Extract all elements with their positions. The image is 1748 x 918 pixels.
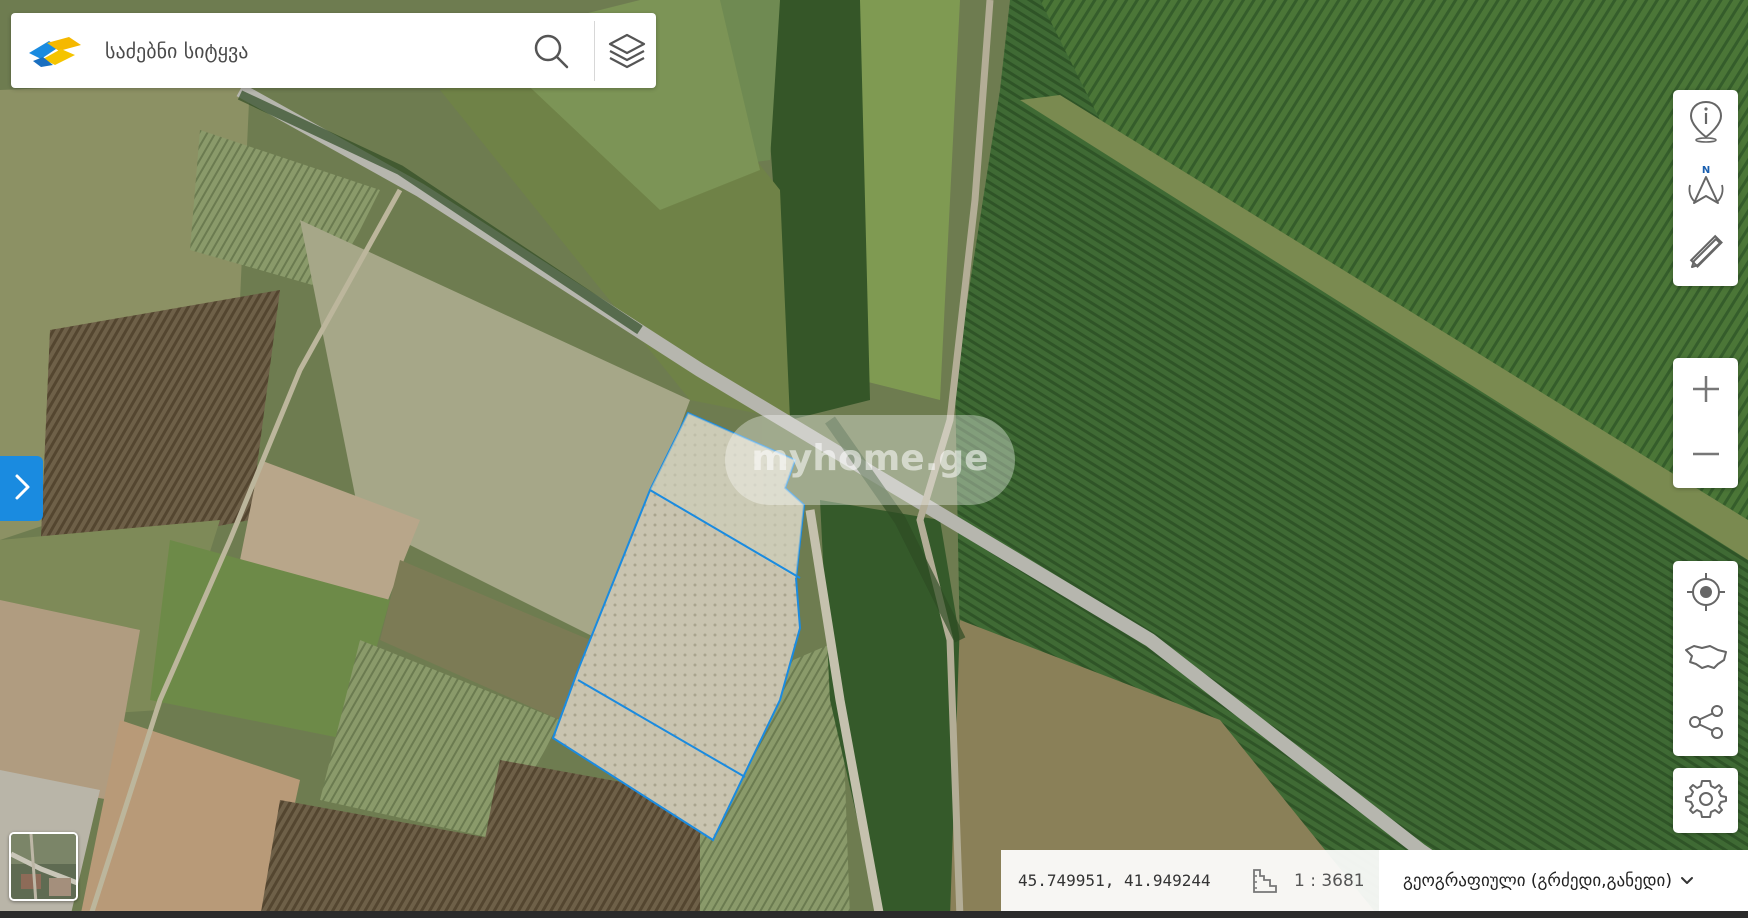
sidebar-toggle-button[interactable] [0, 456, 43, 521]
settings-panel [1673, 768, 1738, 833]
zoom-panel [1673, 358, 1738, 488]
country-outline-icon [1684, 642, 1728, 676]
minus-icon [1691, 439, 1721, 473]
locate-button[interactable] [1673, 561, 1738, 626]
north-label: N [1701, 165, 1709, 176]
north-arrow-icon: N [1684, 163, 1728, 213]
settings-button[interactable] [1673, 768, 1738, 833]
scale-icon [1252, 868, 1278, 894]
gear-icon [1684, 778, 1727, 824]
crs-selected-value: გეოგრაფიული (გრძედი,განედი) [1403, 870, 1672, 891]
zoom-out-button[interactable] [1673, 423, 1738, 488]
chevron-right-icon [11, 472, 33, 506]
search-panel [11, 13, 656, 88]
basemap-thumbnail [11, 834, 76, 899]
info-pin-icon [1686, 99, 1726, 147]
bottom-edge [0, 911, 1748, 918]
crs-dropdown[interactable]: გეოგრაფიული (გრძედი,განედი) [1379, 850, 1748, 911]
zoom-in-button[interactable] [1673, 358, 1738, 423]
info-button[interactable] [1673, 90, 1738, 155]
crosshair-icon [1686, 572, 1726, 616]
share-button[interactable] [1673, 691, 1738, 756]
scale-readout: 1 : 3681 [1294, 870, 1365, 891]
location-panel [1673, 561, 1738, 756]
search-input[interactable] [105, 30, 505, 71]
layers-icon[interactable] [601, 28, 653, 74]
basemap-switcher[interactable] [9, 832, 78, 901]
search-icon[interactable] [526, 28, 576, 74]
measure-button[interactable] [1673, 220, 1738, 285]
chevron-down-icon [1680, 871, 1694, 890]
country-extent-button[interactable] [1673, 626, 1738, 691]
north-button[interactable]: N [1673, 155, 1738, 220]
status-bar: 45.749951, 41.949244 1 : 3681 გეოგრაფიულ… [1001, 850, 1748, 911]
ruler-pencil-icon [1686, 231, 1726, 275]
search-divider [594, 21, 595, 81]
share-icon [1686, 702, 1726, 746]
plus-icon [1691, 374, 1721, 408]
map-tools-panel: N [1673, 90, 1738, 286]
map-canvas[interactable]: myhome.ge [0, 0, 1748, 918]
geo-logo-icon [25, 31, 85, 71]
coordinates-readout: 45.749951, 41.949244 [1018, 871, 1211, 890]
watermark-text: myhome.ge [751, 438, 988, 479]
